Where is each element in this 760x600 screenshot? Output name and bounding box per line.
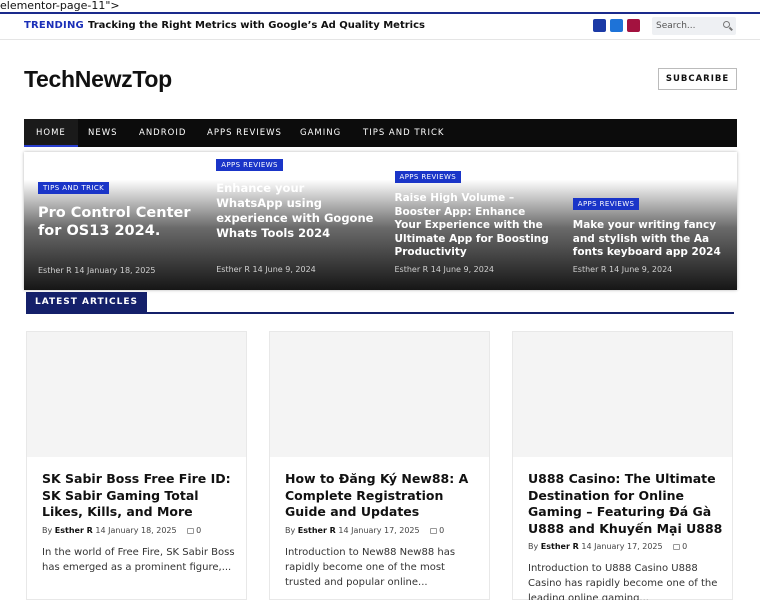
- hero-title[interactable]: Raise High Volume – Booster App: Enhance…: [395, 192, 553, 260]
- hero-category-tag[interactable]: APPS REVIEWS: [216, 159, 283, 171]
- hero-title[interactable]: Pro Control Center for OS13 2024.: [38, 204, 196, 240]
- subscribe-button[interactable]: SUBCARIBE: [658, 68, 737, 90]
- search-box: [652, 17, 736, 35]
- nav-tips-and-trick[interactable]: TIPS AND TRICK: [351, 119, 456, 147]
- article-date: 14 January 17, 2025: [338, 526, 420, 535]
- hero-card[interactable]: TIPS AND TRICK Pro Control Center for OS…: [24, 152, 203, 290]
- comment-icon: [187, 527, 195, 534]
- section-heading: LATEST ARTICLES: [26, 292, 147, 312]
- article-title[interactable]: SK Sabir Boss Free Fire ID: SK Sabir Gam…: [42, 471, 240, 521]
- trending-bar: TRENDING Tracking the Right Metrics with…: [0, 14, 760, 40]
- article-meta: By Esther R 14 January 18, 2025 0: [42, 526, 201, 535]
- comment-count[interactable]: 0: [439, 526, 444, 535]
- article-date: 14 January 18, 2025: [95, 526, 177, 535]
- hero-meta: Esther R 14 June 9, 2024: [216, 265, 316, 274]
- main-nav: HOME NEWS ANDROID APPS REVIEWS GAMING TI…: [24, 119, 737, 147]
- search-input[interactable]: [656, 19, 718, 33]
- byline-prefix: By: [528, 542, 539, 551]
- article-meta: By Esther R 14 January 17, 2025 0: [285, 526, 444, 535]
- article-title[interactable]: How to Đăng Ký New88: A Complete Registr…: [285, 471, 483, 521]
- author-link[interactable]: Esther R: [298, 526, 336, 535]
- author-link[interactable]: Esther R: [55, 526, 93, 535]
- article-card: SK Sabir Boss Free Fire ID: SK Sabir Gam…: [26, 331, 247, 600]
- hero-card[interactable]: APPS REVIEWS Make your writing fancy and…: [558, 152, 737, 290]
- comment-icon: [673, 543, 681, 550]
- article-excerpt: Introduction to U888 Casino U888 Casino …: [528, 563, 718, 600]
- article-thumbnail[interactable]: [513, 332, 732, 457]
- search-icon[interactable]: [723, 21, 730, 28]
- article-card: How to Đăng Ký New88: A Complete Registr…: [269, 331, 490, 600]
- byline-prefix: By: [285, 526, 296, 535]
- nav-news[interactable]: NEWS: [76, 119, 130, 147]
- article-title[interactable]: U888 Casino: The Ultimate Destination fo…: [528, 471, 726, 537]
- trending-label: TRENDING: [24, 20, 84, 31]
- nav-home[interactable]: HOME: [24, 119, 78, 147]
- article-thumbnail[interactable]: [27, 332, 246, 457]
- hero-meta: Esther R 14 June 9, 2024: [394, 265, 495, 274]
- article-card: U888 Casino: The Ultimate Destination fo…: [512, 331, 733, 600]
- article-thumbnail[interactable]: [270, 332, 489, 457]
- hero-title[interactable]: Enhance your WhatsApp using experience w…: [216, 181, 374, 241]
- hero-meta: Esther R 14 January 18, 2025: [38, 266, 156, 275]
- hero-title[interactable]: Make your writing fancy and stylish with…: [573, 219, 731, 260]
- nav-gaming[interactable]: GAMING: [288, 119, 353, 147]
- twitter-icon[interactable]: [610, 19, 623, 32]
- article-meta: By Esther R 14 January 17, 2025 0: [528, 542, 687, 551]
- nav-apps-reviews[interactable]: APPS REVIEWS: [195, 119, 294, 147]
- nav-android[interactable]: ANDROID: [127, 119, 198, 147]
- byline-prefix: By: [42, 526, 53, 535]
- hero-meta: Esther R 14 June 9, 2024: [572, 265, 673, 274]
- hero-card[interactable]: APPS REVIEWS Raise High Volume – Booster…: [380, 152, 559, 290]
- hero-category-tag[interactable]: TIPS AND TRICK: [38, 182, 110, 194]
- facebook-icon[interactable]: [593, 19, 606, 32]
- hero-category-tag[interactable]: APPS REVIEWS: [394, 171, 462, 183]
- stray-markup-text: elementor-page-11">: [0, 0, 120, 12]
- trending-headline-link[interactable]: Tracking the Right Metrics with Google’s…: [88, 20, 425, 31]
- article-excerpt: In the world of Free Fire, SK Sabir Boss…: [42, 547, 235, 573]
- comment-count[interactable]: 0: [682, 542, 687, 551]
- comment-count[interactable]: 0: [196, 526, 201, 535]
- author-link[interactable]: Esther R: [541, 542, 579, 551]
- hero-category-tag[interactable]: APPS REVIEWS: [572, 198, 640, 210]
- hero-card[interactable]: APPS REVIEWS Enhance your WhatsApp using…: [202, 152, 381, 290]
- article-excerpt: Introduction to New88 New88 has rapidly …: [285, 547, 456, 588]
- section-divider: [26, 312, 734, 314]
- instagram-icon[interactable]: [627, 19, 640, 32]
- comment-icon: [430, 527, 438, 534]
- article-date: 14 January 17, 2025: [581, 542, 663, 551]
- hero-slider: TIPS AND TRICK Pro Control Center for OS…: [24, 152, 737, 290]
- site-logo[interactable]: TechNewzTop: [24, 66, 172, 93]
